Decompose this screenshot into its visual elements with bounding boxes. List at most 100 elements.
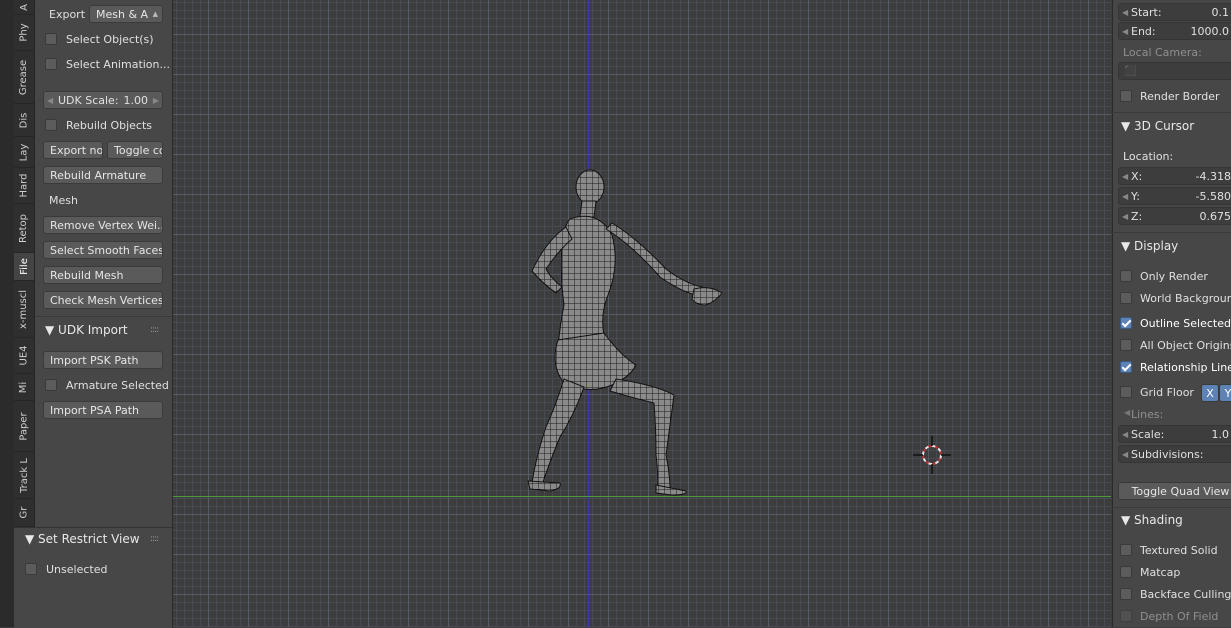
set-restrict-view-header[interactable]: ▼ Set Restrict View [25,532,140,546]
tab-x-muscle[interactable]: x-muscl [14,281,34,338]
select-smooth-faces-button[interactable]: Select Smooth Faces [43,241,163,259]
outline-selected-label: Outline Selected [1140,317,1231,330]
all-object-origins-checkbox[interactable] [1120,339,1132,351]
remove-vertex-weights-button[interactable]: Remove Vertex Wei... [43,216,163,234]
world-background-checkbox[interactable] [1120,292,1132,304]
depth-of-field-label: Depth Of Field [1140,610,1218,623]
cursor-x-field[interactable]: ◀ X: -4.318 [1118,167,1231,185]
cursor-x-label: X: [1131,168,1142,185]
import-psk-path-button[interactable]: Import PSK Path [43,351,163,369]
matcap-checkbox[interactable] [1120,566,1132,578]
only-render-checkbox[interactable] [1120,270,1132,282]
cursor-x-value: -4.318 [1196,168,1231,185]
tab-track[interactable]: Track L [14,452,34,499]
tab-paper[interactable]: Paper [14,401,34,452]
udk-scale-value: 1.00 [124,92,149,109]
cursor-y-label: Y: [1131,188,1140,205]
render-border-checkbox[interactable] [1120,90,1132,102]
local-camera-field[interactable]: ⬛ [1118,62,1231,80]
select-animation-checkbox[interactable] [45,58,57,70]
udk-import-header[interactable]: ▼ UDK Import [45,323,128,337]
decrement-arrow-icon: ◀ [1122,4,1128,21]
tab-file[interactable]: File [14,253,34,281]
left-edge-strip [0,0,14,627]
clip-end-field[interactable]: ◀ End: 1000.0 [1118,22,1231,40]
grid-axis-x-toggle[interactable]: X [1201,384,1219,402]
tab-display[interactable]: Dis [14,104,34,137]
toggle-co-button[interactable]: Toggle co [107,141,163,159]
shading-header[interactable]: ▼ Shading [1121,513,1183,527]
decrement-arrow-icon: ◀ [1122,23,1128,40]
tab-gr[interactable]: Gr [14,499,34,527]
grid-axis-y-toggle[interactable]: Y [1219,384,1231,402]
grid-floor-checkbox[interactable] [1120,386,1132,398]
rebuild-armature-button[interactable]: Rebuild Armature [43,166,163,184]
relationship-lines-label: Relationship Lines [1140,361,1231,374]
local-camera-label: Local Camera: [1123,46,1202,59]
3d-cursor-icon[interactable] [911,434,953,476]
drag-grip-icon[interactable]: :::: [150,325,158,335]
tab-grease-pencil[interactable]: Grease [14,51,34,104]
udk-scale-field[interactable]: ◀ UDK Scale: 1.00 ▶ [43,91,163,109]
tool-shelf-panel [35,0,173,527]
grid-scale-value: 1.0 [1212,426,1230,443]
character-mesh-wireframe[interactable] [520,165,730,500]
tab-retop[interactable]: Retop [14,204,34,253]
toggle-quad-view-button[interactable]: Toggle Quad View [1118,482,1231,500]
rebuild-objects-checkbox[interactable] [45,119,57,131]
matcap-label: Matcap [1140,566,1180,579]
depth-of-field-checkbox[interactable] [1120,610,1132,622]
tab-layers[interactable]: Lay [14,137,34,168]
clip-start-label: Start: [1131,4,1162,21]
grid-scale-label: Scale: [1131,426,1164,443]
textured-solid-checkbox[interactable] [1120,544,1132,556]
divider [1112,232,1231,233]
drag-grip-icon[interactable]: :::: [150,534,158,544]
location-label: Location: [1123,150,1173,163]
outline-selected-checkbox[interactable] [1120,317,1132,329]
rebuild-objects-label: Rebuild Objects [66,119,152,132]
textured-solid-label: Textured Solid [1140,544,1218,557]
divider [35,316,172,317]
tab-physics[interactable]: Phy [14,15,34,51]
mesh-section-label: Mesh [49,194,78,207]
tab-a[interactable]: A [14,0,34,15]
tab-hard[interactable]: Hard [14,168,34,204]
only-render-label: Only Render [1140,270,1208,283]
3d-cursor-header[interactable]: ▼ 3D Cursor [1121,119,1194,133]
cursor-z-field[interactable]: ◀ Z: 0.675 [1118,207,1231,225]
export-mode-dropdown[interactable]: Mesh & A ▲ [89,5,163,23]
relationship-lines-checkbox[interactable] [1120,361,1132,373]
backface-culling-label: Backface Culling [1140,588,1231,601]
import-psa-path-button[interactable]: Import PSA Path [43,401,163,419]
udk-scale-label: UDK Scale: [58,92,119,109]
lines-label: Lines: [1131,408,1163,421]
display-header[interactable]: ▼ Display [1121,239,1178,253]
render-border-label: Render Border [1140,90,1220,103]
grid-subdivisions-field[interactable]: ◀ Subdivisions: [1118,445,1231,463]
unselected-checkbox[interactable] [25,563,37,575]
tab-mi[interactable]: Mi [14,374,34,401]
disabled-arrow-icon: ◀ [1124,408,1130,417]
clip-end-value: 1000.0 [1191,23,1230,40]
rebuild-mesh-button[interactable]: Rebuild Mesh [43,266,163,284]
updown-icon: ▲ [153,5,158,23]
cursor-z-label: Z: [1131,208,1142,225]
check-mesh-vertices-button[interactable]: Check Mesh Vertices [43,291,163,309]
divider [1112,112,1231,113]
cursor-z-value: 0.675 [1200,208,1231,225]
clip-end-label: End: [1131,23,1156,40]
cursor-y-value: -5.580 [1196,188,1231,205]
export-no-button[interactable]: Export no [43,141,103,159]
select-objects-checkbox[interactable] [45,33,57,45]
clip-start-field[interactable]: ◀ Start: 0.1 [1118,3,1231,21]
world-background-label: World Background [1140,292,1231,305]
backface-culling-checkbox[interactable] [1120,588,1132,600]
grid-scale-field[interactable]: ◀ Scale: 1.0 [1118,425,1231,443]
armature-selected-checkbox[interactable] [45,379,57,391]
divider [1112,507,1231,508]
decrement-arrow-icon: ◀ [1122,426,1128,443]
decrement-arrow-icon: ◀ [1122,208,1128,225]
cursor-y-field[interactable]: ◀ Y: -5.580 [1118,187,1231,205]
tab-ue4[interactable]: UE4 [14,338,34,374]
